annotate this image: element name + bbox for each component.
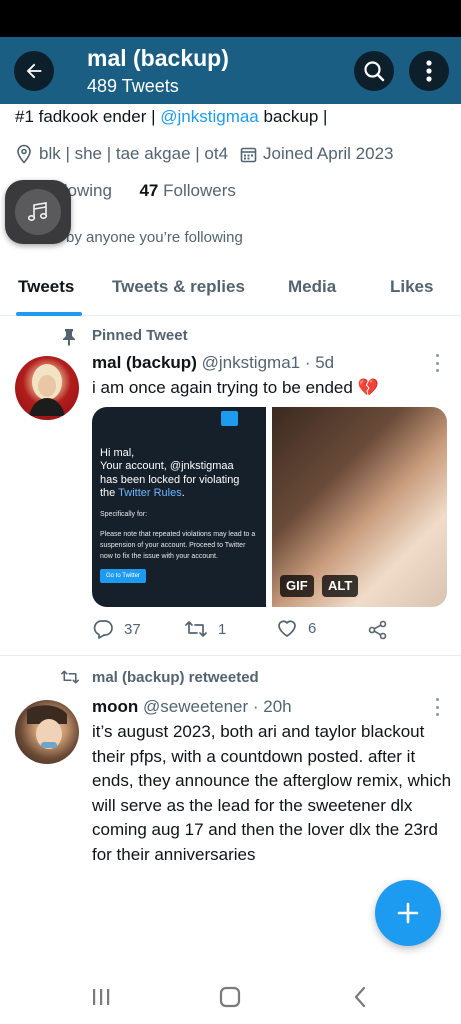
tweet-divider	[0, 655, 461, 656]
profile-meta: blk | she | tae akgae | ot4 Joined April…	[15, 143, 393, 165]
profile-tabs: Tweets Tweets & replies Media Likes	[0, 264, 461, 316]
retweet-context-icon	[61, 670, 79, 684]
joined-text: Joined April 2023	[263, 144, 394, 163]
like-count: 6	[308, 619, 317, 637]
retweet-button[interactable]: 1	[184, 618, 226, 640]
joined-item: Joined April 2023	[240, 144, 393, 164]
arrow-left-icon	[26, 63, 42, 79]
followers-link[interactable]: 47 Followers	[139, 181, 235, 200]
location-item: blk | she | tae akgae | ot4	[15, 144, 228, 164]
location-text: blk | she | tae akgae | ot4	[39, 144, 229, 163]
active-tab-indicator	[16, 312, 82, 316]
locked-rules-link: Twitter Rules	[118, 487, 182, 499]
tab-tweets[interactable]: Tweets	[18, 277, 74, 297]
avatar[interactable]	[15, 700, 79, 764]
locked-line-1: Your account, @jnkstigmaa	[100, 460, 234, 472]
calendar-icon	[240, 147, 257, 162]
bio-mention-link[interactable]: @jnkstigmaa	[160, 107, 259, 126]
tweet-author[interactable]: moon @seweetener · 20h	[92, 697, 292, 717]
back-nav-button[interactable]	[345, 982, 375, 1012]
status-bar	[0, 0, 461, 37]
tweet-text: i am once again trying to be ended 💔	[92, 378, 379, 397]
compose-tweet-button[interactable]	[375, 880, 441, 946]
pin-icon	[63, 329, 75, 346]
tweet-text: it’s august 2023, both ari and taylor bl…	[92, 722, 452, 864]
tab-media[interactable]: Media	[288, 277, 336, 297]
bio-text-suffix: backup |	[258, 107, 328, 126]
retweet-count: 1	[218, 620, 227, 638]
profile-name-title: mal (backup)	[87, 45, 229, 71]
chevron-left-icon	[354, 986, 366, 1008]
profile-bio: #1 fadkook ender | @jnkstigmaa backup |	[15, 107, 327, 127]
recent-apps-button[interactable]	[86, 982, 116, 1012]
locked-line-3-prefix: the	[100, 487, 119, 499]
gif-badge: GIF	[280, 575, 314, 597]
reply-icon	[93, 620, 113, 639]
retweeted-label: mal (backup) retweeted	[92, 669, 259, 686]
avatar-image	[29, 364, 65, 416]
music-widget-disc	[15, 189, 61, 235]
locked-greeting: Hi mal,	[100, 447, 135, 459]
pinned-tweet-label: Pinned Tweet	[92, 327, 188, 344]
tweet-author[interactable]: mal (backup) @jnkstigma1 · 5d	[92, 353, 334, 373]
share-icon	[368, 620, 387, 640]
followers-count: 47	[139, 181, 159, 200]
recent-apps-icon	[93, 989, 110, 1005]
tweet-more-button[interactable]	[434, 698, 440, 716]
alt-badge[interactable]: ALT	[322, 575, 359, 597]
reply-count: 37	[124, 620, 141, 638]
author-handle-time: @jnkstigma1 · 5d	[201, 353, 335, 372]
avatar[interactable]	[15, 356, 79, 420]
tweet-actions: 37 1 6	[92, 618, 392, 644]
author-name: mal (backup)	[92, 353, 197, 372]
tweet-media[interactable]: Hi mal, Your account, @jnkstigmaa has be…	[92, 407, 447, 607]
tab-tweets-replies[interactable]: Tweets & replies	[112, 277, 245, 297]
locked-notice: Please note that repeated violations may…	[100, 531, 256, 560]
follow-stats: llowing 47 Followers	[60, 181, 236, 201]
heart-icon	[278, 620, 296, 637]
system-navigation-bar	[0, 968, 461, 1024]
tweet-count: 489 Tweets	[87, 76, 179, 96]
avatar-image	[27, 705, 67, 749]
back-button[interactable]	[14, 51, 54, 91]
floating-music-widget[interactable]	[5, 180, 71, 244]
tab-likes[interactable]: Likes	[390, 277, 433, 297]
like-button[interactable]: 6	[276, 618, 316, 638]
home-button[interactable]	[215, 982, 245, 1012]
music-note-icon	[27, 202, 48, 222]
search-icon	[364, 61, 385, 82]
tweet-more-button[interactable]	[434, 354, 440, 372]
home-icon	[219, 986, 241, 1008]
search-button[interactable]	[354, 51, 394, 91]
locked-specifically: Specifically for:	[100, 511, 148, 518]
more-options-button[interactable]	[409, 51, 449, 91]
plus-icon	[397, 902, 419, 924]
share-button[interactable]	[368, 620, 388, 640]
followers-label: Followers	[163, 181, 236, 200]
author-handle-time: @seweetener · 20h	[143, 697, 292, 716]
bio-text-prefix: #1 fadkook ender |	[15, 107, 161, 126]
twitter-bird-icon	[221, 411, 238, 426]
author-name: moon	[92, 697, 139, 716]
retweet-icon	[185, 621, 207, 637]
locked-line-3-suffix: .	[181, 487, 185, 499]
more-vertical-icon	[426, 60, 432, 82]
media-screenshot-image[interactable]: Hi mal, Your account, @jnkstigmaa has be…	[92, 407, 266, 607]
media-gif-image[interactable]: GIF ALT	[272, 407, 447, 607]
locked-line-3: the Twitter Rules.	[100, 487, 185, 499]
profile-header: mal (backup) 489 Tweets	[0, 37, 461, 104]
go-to-twitter-button: Go to Twitter	[100, 569, 146, 583]
reply-button[interactable]: 37	[92, 618, 141, 640]
locked-line-2: has been locked for violating	[100, 474, 240, 486]
location-pin-icon	[17, 144, 31, 164]
